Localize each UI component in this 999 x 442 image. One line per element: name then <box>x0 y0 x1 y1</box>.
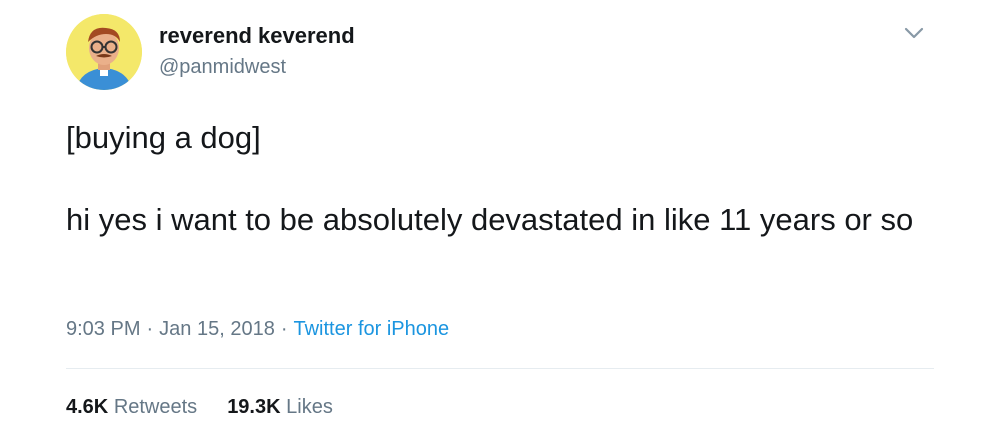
likes-stat[interactable]: 19.3K Likes <box>227 396 333 419</box>
tweet-stats: 4.6K Retweets 19.3K Likes <box>66 396 333 419</box>
retweets-stat[interactable]: 4.6K Retweets <box>66 396 197 419</box>
tweet-date[interactable]: Jan 15, 2018 <box>159 318 275 340</box>
tweet-time[interactable]: 9:03 PM <box>66 318 140 340</box>
meta-separator: · <box>146 318 154 340</box>
avatar-illustration <box>66 14 142 90</box>
tweet-text: [buying a dog] hi yes i want to be absol… <box>66 118 926 240</box>
divider <box>66 368 934 369</box>
tweet-text-line-1: [buying a dog] <box>66 120 261 155</box>
retweets-label: Retweets <box>113 396 198 418</box>
chevron-down-icon[interactable] <box>901 22 927 44</box>
likes-count: 19.3K <box>227 396 281 418</box>
retweets-count: 4.6K <box>66 396 109 418</box>
tweet-meta: 9:03 PM · Jan 15, 2018 · Twitter for iPhone <box>66 318 449 341</box>
avatar[interactable] <box>66 14 142 90</box>
tweet-text-line-2: hi yes i want to be absolutely devastate… <box>66 202 914 237</box>
tweet-card: reverend keverend @panmidwest [buying a … <box>0 0 999 442</box>
likes-label: Likes <box>286 396 333 418</box>
display-name[interactable]: reverend keverend <box>159 23 355 49</box>
meta-separator: · <box>280 318 288 340</box>
user-handle[interactable]: @panmidwest <box>159 56 286 79</box>
tweet-source-link[interactable]: Twitter for iPhone <box>293 318 449 340</box>
